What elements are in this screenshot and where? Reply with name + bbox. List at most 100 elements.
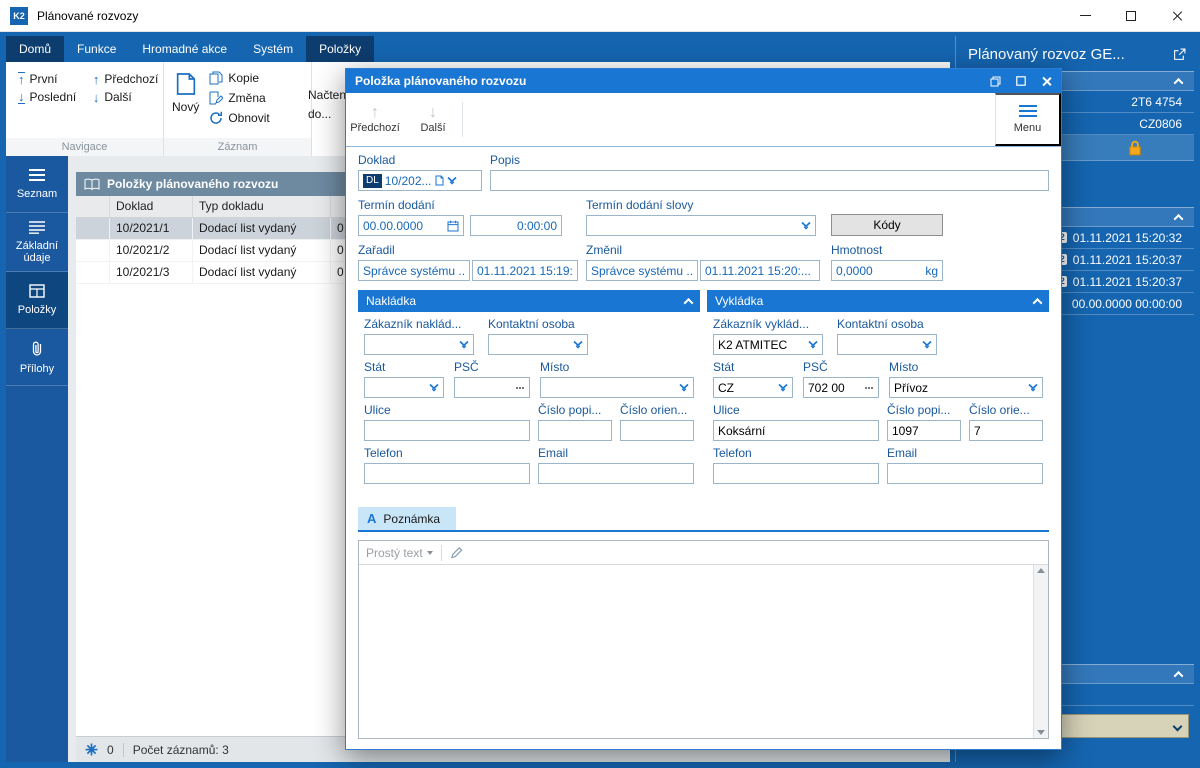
hmotnost-input[interactable]: 0,0000 kg — [831, 260, 943, 281]
vykladka-title: Vykládka — [715, 294, 763, 308]
cislo-pop-input[interactable] — [892, 421, 956, 440]
column-doklad[interactable]: Doklad — [110, 196, 193, 217]
misto-input[interactable] — [540, 377, 694, 398]
termin-date-input[interactable]: 00.00.0000 — [358, 215, 464, 236]
tab-system[interactable]: Systém — [240, 36, 306, 62]
copy-button[interactable]: Kopie — [209, 71, 269, 85]
dropdown-icon[interactable] — [429, 383, 439, 392]
note-tab-strip: A Poznámka — [358, 507, 1049, 532]
dialog-menu-button[interactable]: Menu — [995, 93, 1061, 146]
change-label: Změna — [228, 91, 265, 105]
email-input[interactable] — [892, 464, 1038, 483]
cislo-or-input[interactable] — [625, 421, 689, 440]
cislo-pop-input[interactable] — [543, 421, 607, 440]
change-button[interactable]: Změna — [209, 91, 269, 105]
termin-slovy-field: Termín dodání slovy — [586, 198, 816, 236]
zakaznik-input[interactable] — [364, 334, 474, 355]
dropdown-icon[interactable] — [922, 340, 932, 349]
stat-input[interactable]: CZ — [713, 377, 793, 398]
sidebar-item-zakladni-udaje[interactable]: Základní údaje — [6, 213, 68, 272]
cislo-or-input[interactable] — [974, 421, 1038, 440]
dropdown-icon[interactable] — [679, 383, 689, 392]
scroll-down-icon[interactable] — [1037, 730, 1045, 735]
dropdown-icon[interactable] — [801, 221, 811, 230]
open-document-icon[interactable] — [435, 175, 444, 186]
psc-input[interactable] — [459, 378, 511, 397]
termin-slovy-input[interactable] — [586, 215, 816, 236]
zaradil-user: Správce systému ... — [358, 260, 470, 281]
tab-polozky[interactable]: Položky — [306, 36, 374, 62]
ulice-input[interactable] — [718, 421, 874, 440]
column-typ-dokladu[interactable]: Typ dokladu — [193, 196, 331, 217]
zaradil-field: Zařadil Správce systému ... 01.11.2021 1… — [358, 243, 578, 281]
sidebar-item-polozky[interactable]: Položky — [6, 272, 68, 329]
kontakt-input[interactable] — [837, 334, 937, 355]
sidebar-item-seznam[interactable]: Seznam — [6, 156, 68, 213]
dropdown-icon[interactable] — [573, 340, 583, 349]
misto-input[interactable]: Přívoz — [889, 377, 1043, 398]
dialog-previous-button[interactable]: ↑Předchozí — [346, 93, 404, 146]
open-external-icon[interactable] — [1173, 48, 1186, 61]
tab-poznamka[interactable]: A Poznámka — [358, 507, 456, 530]
hmotnost-unit: kg — [925, 264, 938, 278]
vykladka-panel: Vykládka Zákazník vyklád... K2 ATMITEC — [707, 290, 1049, 495]
dialog-controls — [990, 76, 1052, 87]
last-button[interactable]: ↓Poslední — [18, 90, 81, 104]
column-row-selector[interactable] — [76, 196, 110, 217]
minimize-button[interactable] — [1062, 0, 1108, 31]
maximize-button[interactable] — [1108, 0, 1154, 31]
close-icon[interactable] — [1041, 76, 1052, 87]
dropdown-icon[interactable] — [459, 340, 469, 349]
chevron-up-icon — [1174, 670, 1184, 680]
kontakt-input[interactable] — [488, 334, 588, 355]
maximize-icon[interactable] — [1016, 76, 1026, 86]
pencil-icon[interactable] — [450, 546, 463, 559]
stat-input[interactable] — [364, 377, 444, 398]
more-icon[interactable] — [865, 387, 867, 389]
zakaznik-input[interactable]: K2 ATMITEC — [713, 334, 823, 355]
scroll-up-icon[interactable] — [1037, 568, 1045, 573]
format-select[interactable]: Prostý text — [366, 546, 433, 560]
psc-input-wrap — [454, 377, 530, 398]
kody-button[interactable]: Kódy — [831, 214, 943, 236]
bottom-combo[interactable] — [1059, 714, 1189, 738]
termin-time-input[interactable]: 0:00:00 — [470, 215, 562, 236]
sidebar-item-prilohy[interactable]: Přílohy — [6, 329, 68, 386]
restore-icon[interactable] — [990, 76, 1001, 87]
popis-input[interactable] — [495, 171, 1044, 190]
dropdown-icon[interactable] — [778, 383, 788, 392]
tab-funkce[interactable]: Funkce — [64, 36, 129, 62]
vykladka-stat-field: Stát CZ — [713, 360, 793, 398]
vykladka-cislo-or-field: Číslo orie... — [969, 403, 1043, 441]
first-button[interactable]: ↑První — [18, 72, 81, 86]
termin-slovy-label: Termín dodání slovy — [586, 198, 816, 212]
calendar-icon[interactable] — [447, 220, 459, 232]
more-icon[interactable] — [516, 387, 518, 389]
nakladka-header[interactable]: Nakládka — [358, 290, 700, 312]
vykladka-header[interactable]: Vykládka — [707, 290, 1049, 312]
scrollbar[interactable] — [1033, 565, 1048, 738]
refresh-button[interactable]: Obnovit — [209, 111, 269, 125]
maximize-icon — [1126, 11, 1136, 21]
close-button[interactable] — [1154, 0, 1200, 31]
email-input[interactable] — [543, 464, 689, 483]
ulice-input[interactable] — [369, 421, 525, 440]
doklad-input[interactable]: DL 10/202... — [358, 170, 482, 191]
dialog-next-button[interactable]: ↓Další — [404, 93, 462, 146]
note-text-area[interactable] — [359, 565, 1033, 738]
telefon-input[interactable] — [369, 464, 525, 483]
table-icon — [29, 284, 45, 298]
tab-hromadne-akce[interactable]: Hromadné akce — [129, 36, 240, 62]
dropdown-icon[interactable] — [447, 176, 457, 185]
telefon-input[interactable] — [718, 464, 874, 483]
psc-input[interactable] — [808, 378, 860, 397]
filter-star-icon[interactable] — [85, 743, 98, 756]
previous-button[interactable]: ↑Předchozí — [93, 72, 163, 86]
dropdown-icon[interactable] — [808, 340, 818, 349]
tab-domu[interactable]: Domů — [6, 36, 64, 62]
vykladka-ulice-field: Ulice — [713, 403, 879, 441]
termin-field: Termín dodání 00.00.0000 0:00:00 — [358, 198, 562, 236]
new-button[interactable]: Nový — [172, 68, 199, 125]
dropdown-icon[interactable] — [1028, 383, 1038, 392]
next-button[interactable]: ↓Další — [93, 90, 163, 104]
